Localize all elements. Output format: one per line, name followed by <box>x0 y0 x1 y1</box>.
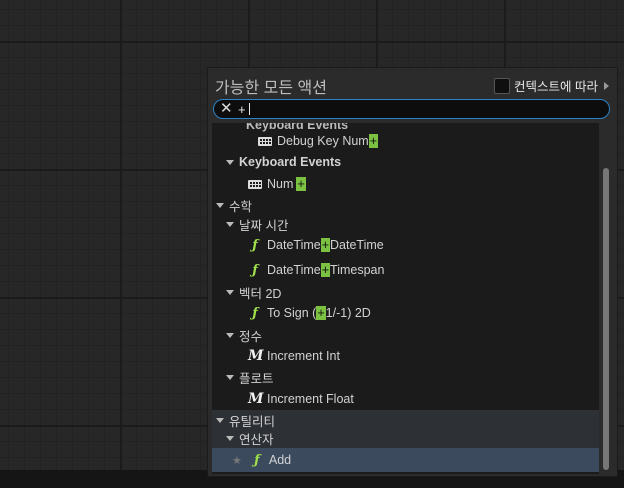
item-label: Increment Int <box>267 349 340 363</box>
list-item-increment-float[interactable]: M Increment Float <box>212 388 599 410</box>
category-keyboard-events[interactable]: Keyboard Events <box>212 151 599 173</box>
item-label: Increment Float <box>267 392 354 406</box>
category-float[interactable]: 플로트 <box>212 366 599 388</box>
category-label: 유틸리티 <box>229 414 276 429</box>
collapse-arrow-icon[interactable] <box>226 221 234 227</box>
collapse-arrow-icon[interactable] <box>226 159 234 165</box>
list-item-datetime-plus-datetime[interactable]: ƒ DateTime + DateTime <box>212 234 599 256</box>
search-match-highlight: + <box>316 306 326 320</box>
search-match-highlight: + <box>320 238 331 252</box>
category-label: 정수 <box>239 329 263 344</box>
item-label-pre: To Sign ( <box>267 306 317 320</box>
item-label-pre: Num <box>267 177 294 191</box>
function-icon: ƒ <box>254 452 260 468</box>
action-menu-title: 가능한 모든 액션 <box>215 80 327 97</box>
category-label: 수학 <box>229 199 253 214</box>
item-label-pre: Debug Key Num <box>277 134 369 148</box>
collapse-arrow-icon[interactable] <box>216 202 224 208</box>
collapse-arrow-icon[interactable] <box>226 332 234 338</box>
category-integer[interactable]: 정수 <box>212 324 599 346</box>
action-menu-header: 가능한 모든 액션 컨텍스트에 따라 <box>208 68 617 98</box>
item-label-post: DateTime <box>330 238 384 252</box>
text-caret <box>249 103 250 115</box>
search-match-highlight: + <box>296 177 306 191</box>
item-label-pre: DateTime <box>267 238 321 252</box>
function-icon: ƒ <box>252 237 258 253</box>
category-operators[interactable]: 연산자 <box>212 428 599 448</box>
category-vector2d[interactable]: 벡터 2D <box>212 281 599 303</box>
search-match-highlight: + <box>320 263 331 277</box>
collapse-arrow-icon[interactable] <box>226 374 234 380</box>
search-field[interactable]: ✕ + <box>213 99 610 119</box>
list-item-increment-int[interactable]: M Increment Int <box>212 345 599 367</box>
category-label: 날짜 시간 <box>239 218 289 233</box>
category-label: 플로트 <box>239 371 274 386</box>
item-label-pre: DateTime <box>267 263 321 277</box>
context-sensitive-toggle[interactable]: 컨텍스트에 따라 <box>494 76 609 95</box>
category-utilities[interactable]: 유틸리티 <box>212 410 599 430</box>
item-label-post: Timespan <box>330 263 385 277</box>
collapse-arrow-icon[interactable] <box>216 417 224 423</box>
macro-icon: M <box>248 391 264 407</box>
star-icon[interactable]: ★ <box>232 454 242 467</box>
macro-icon: M <box>248 348 264 364</box>
keyboard-icon <box>258 136 272 146</box>
context-sensitive-checkbox[interactable] <box>494 77 511 94</box>
list-item-datetime-plus-timespan[interactable]: ƒ DateTime + Timespan <box>212 259 599 281</box>
clear-search-icon[interactable]: ✕ <box>220 101 233 117</box>
search-match-highlight: + <box>368 134 379 148</box>
collapse-arrow-icon[interactable] <box>226 435 234 441</box>
list-item-num[interactable]: Num + <box>212 173 599 195</box>
category-label: 벡터 2D <box>239 286 282 301</box>
action-menu: 가능한 모든 액션 컨텍스트에 따라 ✕ + Keyboard Events D… <box>207 67 618 477</box>
function-icon: ƒ <box>252 305 258 321</box>
list-item-add[interactable]: ★ ƒ Add <box>212 448 599 472</box>
category-datetime[interactable]: 날짜 시간 <box>212 213 599 235</box>
context-sensitive-label: 컨텍스트에 따라 <box>514 80 598 94</box>
list-item-debug-key-num[interactable]: Debug Key Num + <box>212 130 599 152</box>
collapse-arrow-icon[interactable] <box>226 289 234 295</box>
function-icon: ƒ <box>252 262 258 278</box>
category-label: Keyboard Events <box>239 155 342 169</box>
search-input[interactable]: + <box>238 102 246 117</box>
item-label-post: 1/-1) 2D <box>325 306 371 320</box>
category-label: 연산자 <box>239 432 274 447</box>
item-label: Add <box>268 453 292 467</box>
keyboard-icon <box>248 179 262 189</box>
action-list[interactable]: Keyboard Events Debug Key Num + Keyboard… <box>212 123 599 474</box>
scrollbar[interactable] <box>603 168 609 470</box>
list-item-to-sign-2d[interactable]: ƒ To Sign ( + 1/-1) 2D <box>212 302 599 324</box>
expand-arrow-icon[interactable] <box>604 81 609 90</box>
